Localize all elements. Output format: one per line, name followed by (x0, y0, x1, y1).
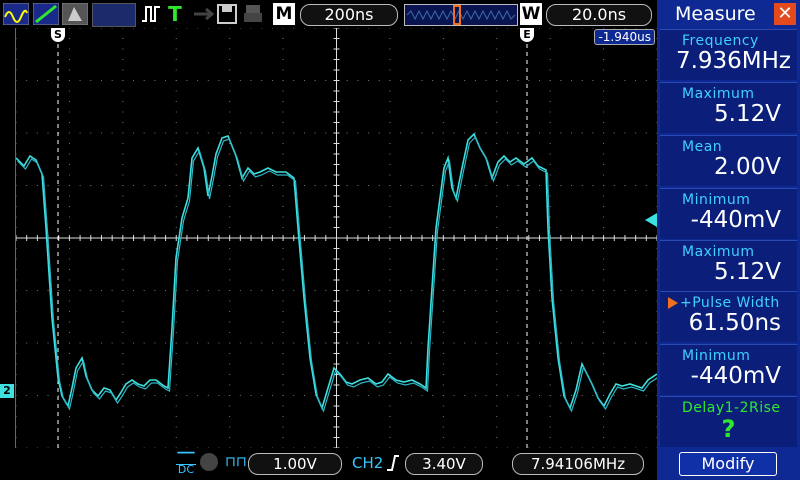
coupling-label: DC (177, 463, 195, 476)
cursor-s-marker[interactable]: S (51, 28, 65, 42)
measure-item-maximum-1[interactable]: Maximum 5.12V (660, 82, 797, 133)
trigger-source-label: CH2 (352, 454, 384, 472)
measure-item-pulse-width[interactable]: +Pulse Width 61.50ns (660, 291, 797, 342)
measure-label: Maximum (682, 86, 755, 102)
volts-div-display: 1.00V (248, 453, 342, 475)
timebase-display: 200ns (300, 4, 398, 26)
m-button[interactable]: M (273, 3, 295, 25)
measure-value: 61.50ns (688, 310, 781, 336)
channel-2-trace-shadow (17, 135, 659, 413)
close-icon[interactable]: ✕ (774, 3, 796, 25)
trigger-offset-readout: -1.940us (594, 29, 655, 45)
waveform-mode-icon[interactable] (3, 3, 29, 25)
memory-position-bar[interactable] (404, 4, 518, 26)
top-toolbar: T M 200ns W 20.0ns (0, 0, 657, 28)
dc-coupling-icon: ▔▔ DC (176, 452, 196, 476)
graticule-grid (15, 27, 658, 449)
measure-value: 2.00V (714, 154, 781, 180)
w-button[interactable]: W (520, 3, 542, 25)
channel-wave-icon: ⊓⊓ (225, 454, 247, 470)
measure-panel: Measure ✕ Frequency 7.936MHz Maximum 5.1… (657, 0, 800, 480)
waveform-display[interactable]: S E -1.940us (15, 27, 659, 449)
usb-icon (192, 3, 214, 25)
measure-value: -440mV (690, 207, 781, 233)
memory-bar-waveform (406, 5, 516, 25)
measure-label: Minimum (682, 348, 751, 364)
channel-2-ground-marker[interactable]: 2 (0, 384, 14, 398)
measure-label: Frequency (682, 33, 759, 49)
modify-button[interactable]: Modify (679, 452, 777, 476)
status-box (92, 3, 136, 27)
measure-label: +Pulse Width (680, 295, 780, 311)
bandwidth-limit-icon (200, 453, 218, 471)
measure-item-mean[interactable]: Mean 2.00V (660, 135, 797, 186)
trigger-level-display: 3.40V (405, 453, 483, 475)
measure-value: -440mV (690, 363, 781, 389)
persist-mode-icon[interactable] (62, 3, 88, 25)
measure-value: 7.936MHz (675, 48, 791, 74)
measure-item-frequency[interactable]: Frequency 7.936MHz (660, 29, 797, 80)
printer-icon[interactable] (242, 3, 264, 25)
rising-edge-icon (386, 454, 400, 476)
trigger-status-icon: T (168, 2, 182, 26)
measure-value: 5.12V (714, 101, 781, 127)
measure-item-maximum-2[interactable]: Maximum 5.12V (660, 240, 797, 291)
measure-item-delay[interactable]: Delay1-2Rise ? (660, 396, 797, 447)
measure-label: Minimum (682, 192, 751, 208)
measure-label: Maximum (682, 244, 755, 260)
pulse-trigger-icon[interactable] (140, 3, 162, 25)
measure-item-minimum-1[interactable]: Minimum -440mV (660, 188, 797, 239)
measure-label: Mean (682, 139, 723, 155)
vector-mode-icon[interactable] (33, 3, 59, 25)
trigger-level-arrow[interactable] (645, 213, 657, 227)
cursor-e-marker[interactable]: E (520, 28, 534, 42)
measure-item-minimum-2[interactable]: Minimum -440mV (660, 344, 797, 395)
frequency-counter-display: 7.94106MHz (512, 453, 644, 475)
selected-pointer-icon (668, 297, 678, 309)
measure-label: Delay1-2Rise (682, 400, 781, 416)
window-timebase-display: 20.0ns (546, 4, 652, 26)
measure-value: ? (721, 415, 736, 443)
measure-value: 5.12V (714, 259, 781, 285)
bottom-status-bar: ▔▔ DC ⊓⊓ 1.00V CH2 3.40V 7.94106MHz (0, 448, 657, 480)
save-disk-icon[interactable] (216, 3, 238, 25)
graticule-and-trace (15, 27, 659, 449)
